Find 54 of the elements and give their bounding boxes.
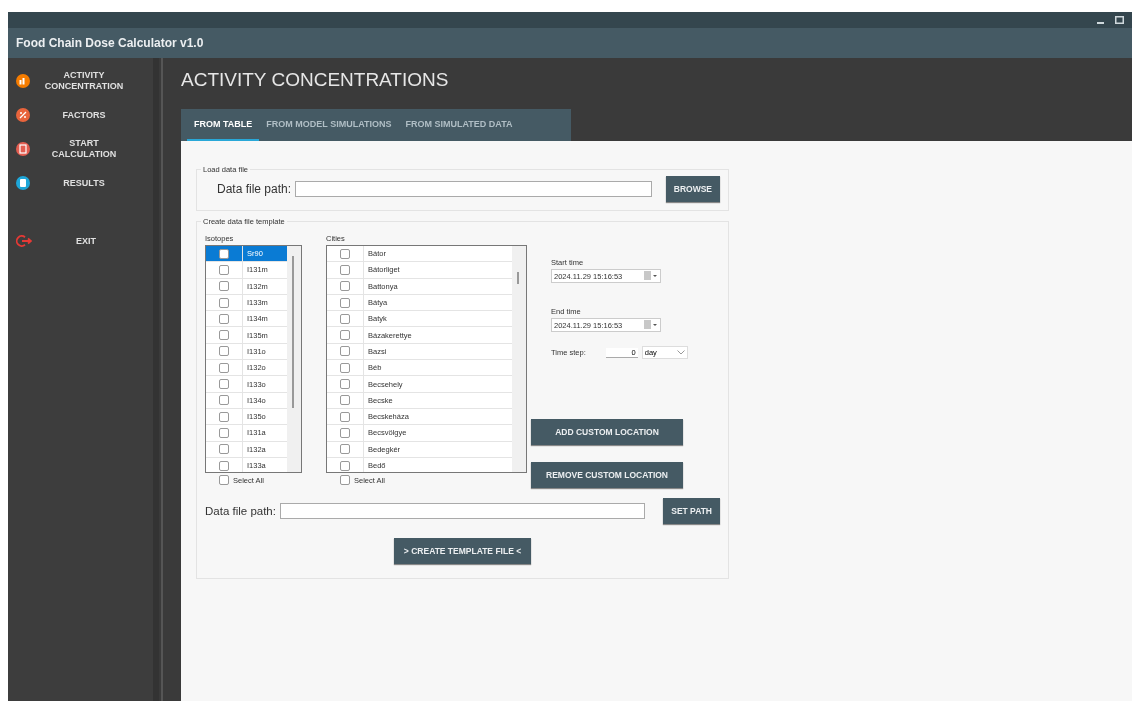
scrollbar-thumb[interactable] bbox=[292, 256, 294, 408]
checkbox[interactable] bbox=[340, 427, 350, 438]
sidebar-item[interactable]: EXIT bbox=[8, 224, 153, 258]
field-label: Data file path: bbox=[205, 505, 276, 517]
checkbox[interactable] bbox=[219, 460, 229, 471]
path-field[interactable] bbox=[279, 503, 646, 519]
tab[interactable]: FROM MODEL SIMULATIONS bbox=[259, 109, 399, 141]
field-label: Data file path: bbox=[217, 182, 292, 196]
create-template-button[interactable]: > CREATE TEMPLATE FILE < bbox=[393, 538, 532, 564]
checkbox[interactable] bbox=[219, 313, 229, 324]
sidebar-item[interactable]: ACTIVITY CONCENTRATION bbox=[8, 64, 153, 98]
checkbox[interactable] bbox=[219, 444, 229, 455]
checkbox[interactable] bbox=[219, 297, 229, 308]
page-title: ACTIVITY CONCENTRATIONS bbox=[181, 68, 450, 92]
path-field[interactable] bbox=[295, 181, 652, 197]
checkbox[interactable] bbox=[219, 330, 229, 341]
checkbox[interactable] bbox=[340, 281, 350, 292]
checkbox[interactable] bbox=[340, 297, 350, 308]
remove-location-button[interactable]: REMOVE CUSTOM LOCATION bbox=[531, 462, 683, 488]
calendar-dropdown-icon[interactable] bbox=[644, 320, 658, 330]
checkbox[interactable] bbox=[219, 346, 229, 357]
browse-button[interactable]: BROWSE bbox=[665, 176, 720, 202]
checkbox[interactable] bbox=[340, 362, 350, 373]
checkbox[interactable] bbox=[340, 395, 350, 406]
scrollbar-thumb[interactable] bbox=[517, 272, 519, 284]
checkbox[interactable] bbox=[340, 460, 350, 471]
checkbox[interactable] bbox=[340, 475, 350, 485]
checkbox[interactable] bbox=[219, 475, 229, 485]
checkbox[interactable] bbox=[219, 411, 229, 422]
checkbox[interactable] bbox=[219, 379, 229, 389]
chevron-down-icon[interactable] bbox=[676, 350, 685, 355]
window-title: Food Chain Dose Calculator v1.0 bbox=[16, 36, 204, 50]
checkbox[interactable] bbox=[219, 264, 229, 275]
add-location-button[interactable]: ADD CUSTOM LOCATION bbox=[531, 419, 683, 445]
tab[interactable]: FROM SIMULATED DATA bbox=[398, 109, 520, 141]
checkbox[interactable] bbox=[219, 427, 229, 438]
checkbox[interactable] bbox=[340, 411, 350, 422]
checkbox[interactable] bbox=[340, 444, 350, 455]
checkbox[interactable] bbox=[219, 281, 229, 292]
maximize-icon[interactable] bbox=[1115, 16, 1124, 24]
sidebar-item[interactable]: RESULTS bbox=[8, 166, 153, 200]
calendar-dropdown-icon[interactable] bbox=[644, 271, 658, 281]
checkbox[interactable] bbox=[219, 395, 229, 406]
checkbox[interactable] bbox=[340, 379, 350, 389]
sidebar-item[interactable]: START CALCULATION bbox=[8, 132, 153, 166]
checkbox[interactable] bbox=[340, 264, 350, 275]
checkbox[interactable] bbox=[340, 330, 350, 341]
set-path-button[interactable]: SET PATH bbox=[663, 498, 720, 524]
sidebar-item[interactable]: FACTORS bbox=[8, 98, 153, 132]
checkbox[interactable] bbox=[340, 248, 350, 259]
checkbox[interactable] bbox=[219, 248, 229, 259]
checkbox[interactable] bbox=[340, 346, 350, 357]
checkbox[interactable] bbox=[340, 313, 350, 324]
checkbox[interactable] bbox=[219, 362, 229, 373]
